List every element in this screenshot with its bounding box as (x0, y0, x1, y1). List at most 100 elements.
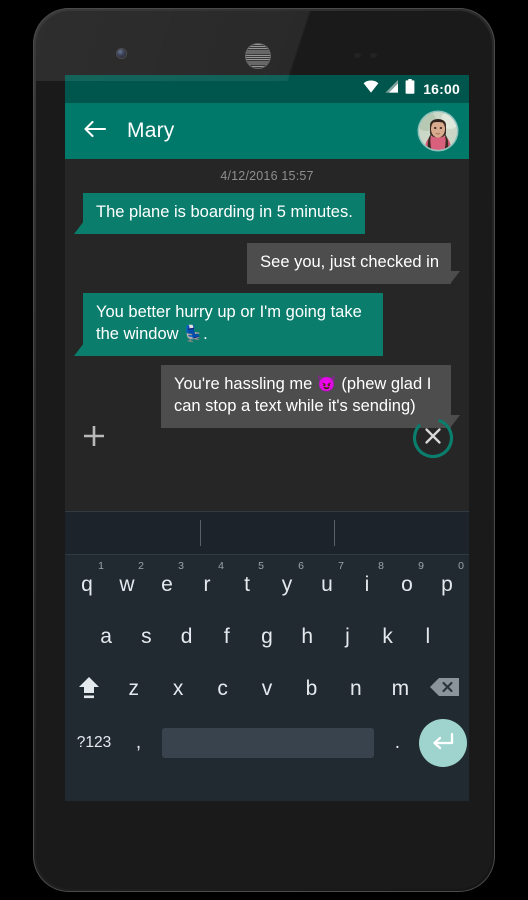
key-q[interactable]: 1 q (67, 559, 107, 611)
compose-bar (65, 407, 469, 469)
symbols-key[interactable]: ?123 (67, 734, 121, 752)
key-label: m (391, 677, 410, 700)
key-g[interactable]: g (247, 611, 287, 663)
backspace-key[interactable] (423, 663, 467, 715)
key-s[interactable]: s (126, 611, 166, 663)
key-label: x (172, 677, 184, 700)
shift-key-icon (74, 672, 104, 706)
key-c[interactable]: c (200, 663, 244, 715)
message-list[interactable]: 4/12/2016 15:57 The plane is boarding in… (65, 159, 469, 469)
key-number-9: 9 (418, 560, 424, 572)
key-label: r (203, 573, 211, 596)
period-key[interactable]: . (380, 732, 415, 754)
message-text: You're hassling me (174, 374, 317, 393)
cancel-send-icon (422, 425, 444, 452)
message-row-1: The plane is boarding in 5 minutes. (74, 193, 457, 234)
key-grid: 1 q 2 w 3 e 4 r 5 t 6 y 7 u 8 i 9 o 0 p … (65, 555, 469, 771)
key-u[interactable]: 7 u (307, 559, 347, 611)
virtual-keyboard[interactable]: 1 q 2 w 3 e 4 r 5 t 6 y 7 u 8 i 9 o 0 p … (65, 511, 469, 801)
suggestion-divider (199, 520, 201, 546)
back-arrow-icon (83, 119, 107, 144)
key-v[interactable]: v (245, 663, 289, 715)
key-label: u (321, 573, 333, 596)
battery-icon (405, 79, 415, 99)
key-label: p (441, 573, 453, 596)
suggestion-divider (334, 520, 336, 546)
keyboard-row-3: z x c v b n m (67, 663, 467, 715)
key-number-1: 1 (98, 560, 104, 572)
key-a[interactable]: a (86, 611, 126, 663)
suggestion-slot-3[interactable] (334, 512, 469, 554)
key-number-8: 8 (378, 560, 384, 572)
comma-key[interactable]: , (121, 732, 156, 754)
key-r[interactable]: 4 r (187, 559, 227, 611)
key-n[interactable]: n (334, 663, 378, 715)
key-label: j (345, 625, 350, 648)
key-p[interactable]: 0 p (427, 559, 467, 611)
shift-key[interactable] (67, 663, 111, 715)
key-label: v (261, 677, 273, 700)
cellular-signal-icon (385, 80, 399, 98)
message-text: The plane is boarding in 5 minutes. (96, 203, 353, 221)
suggestion-slot-2[interactable] (199, 512, 335, 554)
message-text: See you, just checked in (260, 252, 439, 271)
suggestion-bar[interactable] (65, 511, 469, 555)
key-l[interactable]: l (408, 611, 448, 663)
suggestion-slot-1[interactable] (65, 512, 200, 554)
key-f[interactable]: f (207, 611, 247, 663)
enter-key[interactable] (419, 719, 468, 767)
key-d[interactable]: d (166, 611, 206, 663)
message-text: You better hurry up or I'm going take th… (96, 302, 362, 343)
key-number-6: 6 (298, 560, 304, 572)
devil-emoji-icon: 😈 (316, 375, 337, 393)
phone-body: 16:00 Mary 4/12/2016 15:57 The plane is … (36, 11, 492, 889)
back-button[interactable] (81, 117, 109, 145)
key-t[interactable]: 5 t (227, 559, 267, 611)
status-bar-clock: 16:00 (423, 81, 460, 97)
key-j[interactable]: j (327, 611, 367, 663)
key-y[interactable]: 6 y (267, 559, 307, 611)
key-k[interactable]: k (368, 611, 408, 663)
earpiece-speaker-icon (245, 43, 271, 69)
wifi-icon (363, 80, 379, 98)
key-label: g (261, 625, 273, 648)
front-camera-icon (117, 49, 126, 58)
attach-button[interactable] (79, 423, 109, 453)
phone-screen: 16:00 Mary 4/12/2016 15:57 The plane is … (65, 75, 469, 801)
key-label: ?123 (76, 734, 112, 751)
message-row-2: See you, just checked in (77, 242, 460, 284)
key-h[interactable]: h (287, 611, 327, 663)
key-z[interactable]: z (111, 663, 155, 715)
key-label: q (81, 573, 93, 596)
enter-key-icon (430, 729, 456, 758)
cancel-send-button[interactable] (411, 416, 455, 460)
avatar[interactable] (419, 112, 457, 150)
key-b[interactable]: b (289, 663, 333, 715)
key-label: o (401, 573, 413, 596)
key-number-0: 0 (458, 560, 464, 572)
message-bubble-incoming[interactable]: You better hurry up or I'm going take th… (74, 292, 383, 356)
key-label: f (223, 625, 230, 648)
keyboard-row-1: 1 q 2 w 3 e 4 r 5 t 6 y 7 u 8 i 9 o 0 p (67, 559, 467, 611)
key-label: d (180, 625, 193, 648)
key-e[interactable]: 3 e (147, 559, 187, 611)
message-row-3: You better hurry up or I'm going take th… (74, 292, 457, 356)
key-number-2: 2 (138, 560, 144, 572)
space-key[interactable] (162, 728, 374, 758)
keyboard-row-4: ?123 , . (67, 715, 468, 771)
key-w[interactable]: 2 w (107, 559, 147, 611)
key-i[interactable]: 8 i (347, 559, 387, 611)
key-x[interactable]: x (156, 663, 200, 715)
key-m[interactable]: m (378, 663, 422, 715)
airplane-seat-emoji-icon: 💺 (183, 325, 204, 343)
proximity-sensor-icon (354, 53, 361, 58)
key-o[interactable]: 9 o (387, 559, 427, 611)
key-label: b (305, 677, 318, 700)
message-bubble-incoming[interactable]: The plane is boarding in 5 minutes. (74, 193, 365, 234)
message-bubble-outgoing[interactable]: See you, just checked in (247, 242, 460, 284)
key-label: n (350, 677, 362, 700)
key-number-7: 7 (338, 560, 344, 572)
key-label: z (128, 677, 139, 700)
key-label: , (135, 732, 142, 753)
status-bar: 16:00 (65, 75, 469, 103)
